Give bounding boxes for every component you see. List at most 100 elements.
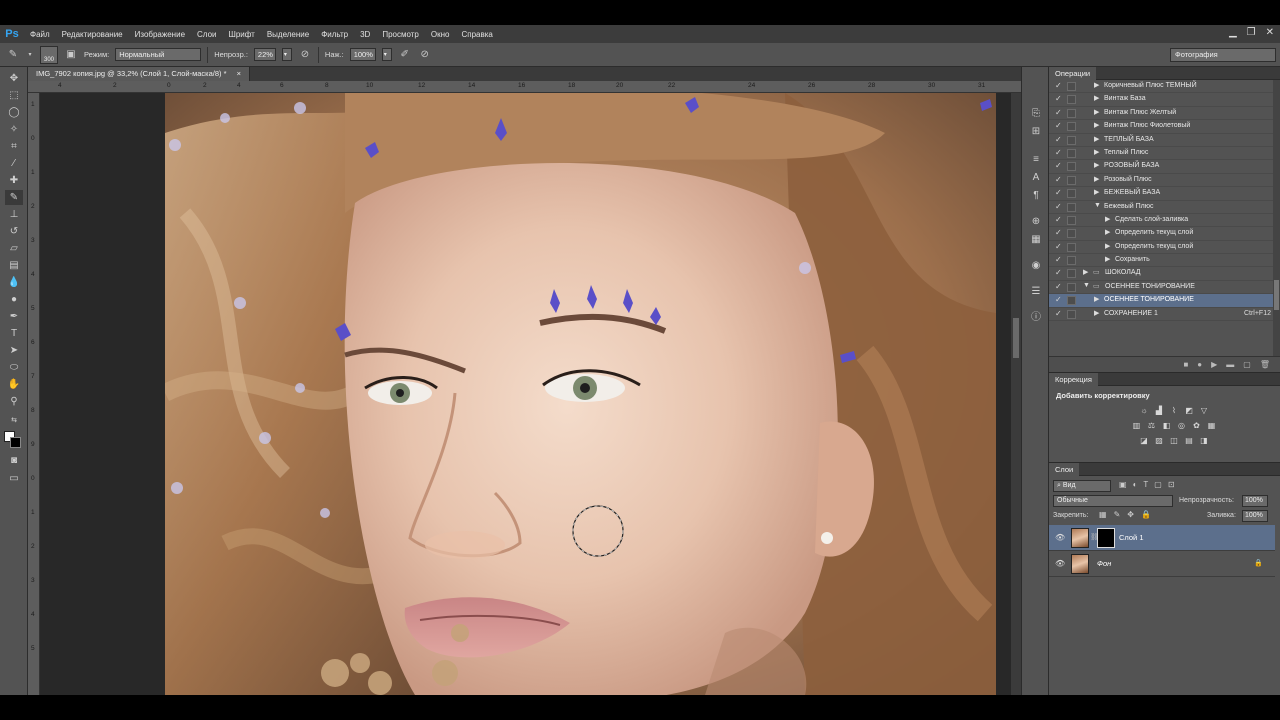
dialog-toggle-icon[interactable] bbox=[1067, 135, 1076, 145]
threshold-icon[interactable]: ◫ bbox=[1169, 436, 1179, 446]
workspace-select[interactable]: Фотография bbox=[1170, 48, 1276, 62]
expand-right-icon[interactable]: ▶ bbox=[1094, 161, 1099, 169]
checkmark-icon[interactable]: ✓ bbox=[1055, 81, 1065, 92]
opacity-dropdown[interactable]: ▾ bbox=[281, 48, 292, 61]
checkmark-icon[interactable]: ✓ bbox=[1055, 202, 1065, 213]
action-row[interactable]: ✓ ▶ Определить текущ слой bbox=[1049, 227, 1273, 241]
action-row[interactable]: ✓ ▶ ▭ ШОКОЛАД bbox=[1049, 267, 1273, 281]
horizontal-ruler[interactable]: 4 2 0 2 4 6 8 10 12 14 16 18 20 22 24 26… bbox=[28, 81, 1021, 93]
vertical-ruler[interactable]: 1 0 1 2 3 4 5 6 7 8 9 0 1 2 3 4 5 bbox=[28, 93, 40, 695]
layer-thumbnail[interactable] bbox=[1071, 554, 1089, 574]
visibility-eye-icon[interactable]: 👁 bbox=[1055, 559, 1065, 568]
checkmark-icon[interactable]: ✓ bbox=[1055, 175, 1065, 186]
pen-tool-icon[interactable]: ✒ bbox=[5, 309, 23, 324]
action-row[interactable]: ✓ ▶ Теплый Плюс bbox=[1049, 147, 1273, 161]
brush-tool-icon[interactable]: ✎ bbox=[5, 190, 23, 205]
selective-color-icon[interactable]: ◨ bbox=[1199, 436, 1209, 446]
scrollbar-thumb[interactable] bbox=[1013, 318, 1019, 358]
brush-panel-icon[interactable]: ▣ bbox=[64, 48, 78, 62]
layer-name[interactable]: Слой 1 bbox=[1119, 533, 1144, 542]
checkmark-icon[interactable]: ✓ bbox=[1055, 242, 1065, 253]
expand-right-icon[interactable]: ▶ bbox=[1105, 215, 1110, 223]
minimize-icon[interactable]: ▁ bbox=[1229, 27, 1237, 38]
action-row[interactable]: ✓ ▶ Винтаж База bbox=[1049, 93, 1273, 107]
action-row[interactable]: ✓ ▶ Коричневый Плюс ТЕМНЫЙ bbox=[1049, 80, 1273, 94]
expand-right-icon[interactable]: ▶ bbox=[1105, 255, 1110, 263]
checkmark-icon[interactable]: ✓ bbox=[1055, 94, 1065, 105]
pressure-opacity-icon[interactable]: ⊘ bbox=[298, 48, 312, 62]
menu-type[interactable]: Шрифт bbox=[222, 30, 260, 39]
visibility-eye-icon[interactable]: 👁 bbox=[1055, 533, 1065, 542]
invert-icon[interactable]: ◪ bbox=[1139, 436, 1149, 446]
blur-tool-icon[interactable]: 💧 bbox=[5, 275, 23, 290]
action-row[interactable]: ✓ ▼ Бежевый Плюс bbox=[1049, 201, 1273, 214]
marquee-tool-icon[interactable]: ⬚ bbox=[5, 88, 23, 103]
eyedropper-tool-icon[interactable]: ⁄ bbox=[5, 156, 23, 171]
dialog-toggle-icon[interactable] bbox=[1067, 82, 1076, 91]
hand-tool-icon[interactable]: ✋ bbox=[5, 377, 23, 392]
adjustment-filter-icon[interactable]: ◐ bbox=[1133, 480, 1138, 489]
expand-right-icon[interactable]: ▶ bbox=[1105, 228, 1110, 236]
type-tool-icon[interactable]: T bbox=[5, 326, 23, 341]
close-icon[interactable]: ✕ bbox=[1266, 27, 1274, 38]
checkmark-icon[interactable]: ✓ bbox=[1055, 268, 1065, 279]
styles-icon[interactable]: ◉ bbox=[1029, 259, 1043, 273]
dialog-toggle-icon[interactable] bbox=[1067, 229, 1076, 239]
expand-right-icon[interactable]: ▶ bbox=[1083, 268, 1088, 276]
info-icon[interactable]: ⓘ bbox=[1029, 311, 1043, 325]
brush-size-picker[interactable]: 300 bbox=[40, 45, 58, 64]
brush-tool-icon[interactable]: ✎ bbox=[6, 48, 20, 62]
record-icon[interactable]: ● bbox=[1197, 360, 1202, 369]
paragraph-icon[interactable]: ¶ bbox=[1029, 189, 1043, 203]
action-row[interactable]: ✓ ▶ Винтаж Плюс Желтый bbox=[1049, 107, 1273, 121]
flow-input[interactable]: 100% bbox=[349, 48, 376, 61]
expand-right-icon[interactable]: ▶ bbox=[1094, 188, 1099, 196]
action-row[interactable]: ✓ ▶ Винтаж Плюс Фиолетовый bbox=[1049, 120, 1273, 134]
shape-tool-icon[interactable]: ⬭ bbox=[5, 360, 23, 375]
action-row[interactable]: ✓ ▶ ОСЕННЕЕ ТОНИРОВАНИЕ bbox=[1049, 294, 1273, 308]
checkmark-icon[interactable]: ✓ bbox=[1055, 148, 1065, 159]
swatches-icon[interactable]: ▦ bbox=[1029, 233, 1043, 247]
color-lookup-icon[interactable]: ▦ bbox=[1207, 421, 1217, 431]
action-row[interactable]: ✓ ▶ Розовый Плюс bbox=[1049, 174, 1273, 188]
expand-right-icon[interactable]: ▶ bbox=[1094, 148, 1099, 156]
brightness-icon[interactable]: ☼ bbox=[1139, 406, 1149, 416]
opacity-input[interactable]: 22% bbox=[253, 48, 276, 61]
tab-layers[interactable]: Слои bbox=[1049, 463, 1080, 476]
expand-right-icon[interactable]: ▶ bbox=[1094, 94, 1099, 102]
layer-opacity-input[interactable]: 100% bbox=[1242, 495, 1268, 507]
channel-mixer-icon[interactable]: ✿ bbox=[1192, 421, 1202, 431]
levels-icon[interactable]: ▟ bbox=[1154, 406, 1164, 416]
new-action-icon[interactable]: ▢ bbox=[1243, 360, 1251, 369]
menu-image[interactable]: Изображение bbox=[129, 30, 191, 39]
menu-select[interactable]: Выделение bbox=[261, 30, 315, 39]
document-canvas[interactable] bbox=[40, 93, 1011, 695]
pixel-filter-icon[interactable]: ▣ bbox=[1119, 480, 1127, 489]
gradient-tool-icon[interactable]: ▤ bbox=[5, 258, 23, 273]
expand-down-icon[interactable]: ▼ bbox=[1094, 202, 1101, 209]
brush-presets-icon[interactable]: ≡ bbox=[1029, 153, 1043, 167]
quick-mask-icon[interactable]: ◙ bbox=[5, 453, 23, 468]
layer-mask-thumbnail[interactable] bbox=[1097, 528, 1115, 548]
portrait-photo[interactable] bbox=[165, 93, 996, 695]
expand-right-icon[interactable]: ▶ bbox=[1094, 81, 1099, 89]
dodge-tool-icon[interactable]: ● bbox=[5, 292, 23, 307]
expand-right-icon[interactable]: ▶ bbox=[1094, 175, 1099, 183]
eraser-tool-icon[interactable]: ▱ bbox=[5, 241, 23, 256]
action-row[interactable]: ✓ ▼ ▭ ОСЕННЕЕ ТОНИРОВАНИЕ bbox=[1049, 281, 1273, 295]
layer-fill-input[interactable]: 100% bbox=[1242, 510, 1268, 522]
lock-transparent-icon[interactable]: ▦ bbox=[1099, 510, 1107, 519]
menu-filter[interactable]: Фильтр bbox=[315, 30, 354, 39]
type-filter-icon[interactable]: T bbox=[1143, 480, 1148, 489]
expand-right-icon[interactable]: ▶ bbox=[1094, 121, 1099, 129]
action-row[interactable]: ✓ ▶ Определить текущ слой bbox=[1049, 241, 1273, 255]
action-row[interactable]: ✓ ▶ РОЗОВЫЙ БАЗА bbox=[1049, 160, 1273, 174]
tab-actions[interactable]: Операции bbox=[1049, 67, 1097, 80]
menu-help[interactable]: Справка bbox=[455, 30, 498, 39]
expand-right-icon[interactable]: ▶ bbox=[1094, 135, 1099, 143]
healing-tool-icon[interactable]: ✚ bbox=[5, 173, 23, 188]
play-icon[interactable]: ▶ bbox=[1211, 360, 1217, 369]
dialog-toggle-icon[interactable] bbox=[1067, 256, 1076, 266]
curves-icon[interactable]: ⌇ bbox=[1169, 406, 1179, 416]
quick-select-tool-icon[interactable]: ✧ bbox=[5, 122, 23, 137]
